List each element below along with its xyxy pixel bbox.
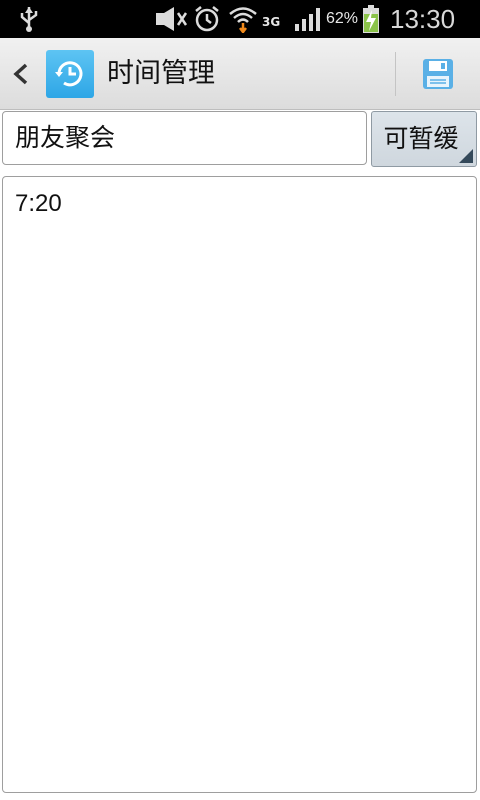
- save-button[interactable]: [410, 52, 466, 96]
- event-name-input[interactable]: 朋友聚会: [2, 111, 367, 165]
- note-text: 7:20: [15, 190, 62, 217]
- page-title: 时间管理: [107, 58, 215, 89]
- signal-icon: [294, 0, 326, 38]
- clock-time: 13:30: [390, 3, 456, 34]
- action-bar-divider: [395, 52, 396, 96]
- priority-dropdown[interactable]: 可暂缓: [371, 111, 477, 167]
- network-type-label: 3G: [262, 14, 281, 29]
- battery-charging-icon: [362, 0, 384, 38]
- save-icon: [423, 59, 453, 89]
- dropdown-corner-icon: [459, 149, 473, 163]
- status-bar: 3G 62% 13:30: [0, 0, 480, 38]
- mute-icon: [154, 0, 190, 38]
- wifi-icon: [228, 0, 260, 38]
- alarm-icon: [193, 0, 223, 38]
- usb-icon: [18, 0, 48, 38]
- battery-percent: 62%: [326, 10, 359, 27]
- priority-selected-label: 可暂缓: [383, 124, 459, 153]
- action-bar: 时间管理: [0, 38, 480, 110]
- clock-history-icon[interactable]: [46, 50, 94, 98]
- note-text-area[interactable]: 7:20: [2, 176, 477, 793]
- back-icon[interactable]: [10, 60, 32, 88]
